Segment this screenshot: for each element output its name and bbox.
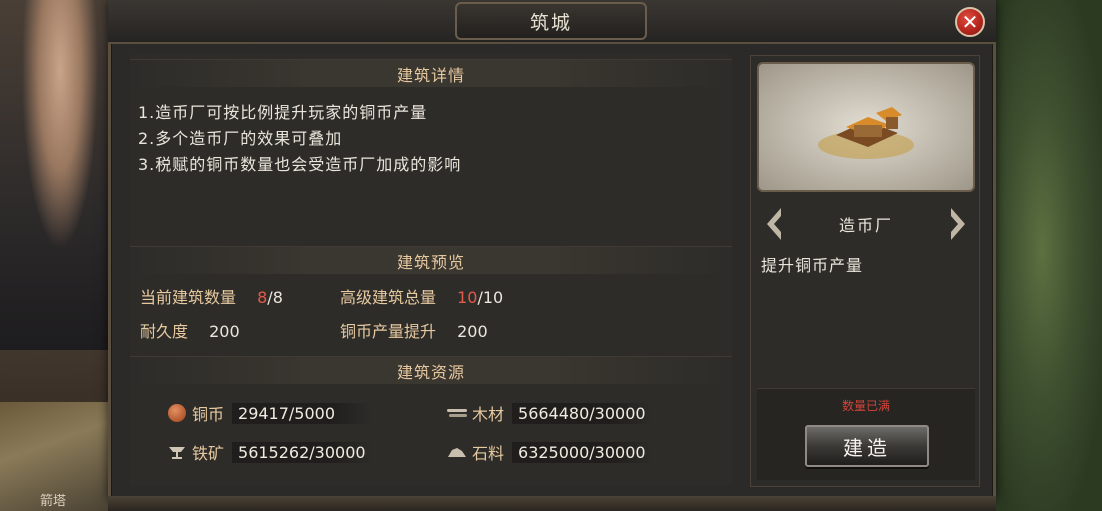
world-map-backdrop bbox=[982, 0, 1102, 511]
advanced-total-stat: 高级建筑总量 10/10 bbox=[340, 284, 503, 308]
durability-stat: 耐久度 200 bbox=[140, 318, 240, 342]
detail-line-2: 2.多个造币厂的效果可叠加 bbox=[138, 129, 343, 148]
resources-heading: 建筑资源 bbox=[130, 356, 732, 384]
tower-thumbnail-label: 箭塔 bbox=[40, 494, 67, 509]
coin-icon bbox=[166, 402, 188, 424]
close-button[interactable]: ✕ bbox=[955, 7, 985, 37]
resource-stone: 石料 6325000/30000 bbox=[446, 440, 653, 464]
building-panel: 造币厂 提升铜币产量 数量已满 建造 bbox=[750, 55, 980, 487]
wood-icon bbox=[446, 402, 468, 424]
advanced-total-value: 10/10 bbox=[457, 288, 504, 307]
current-count-stat: 当前建筑数量 8/8 bbox=[140, 284, 283, 308]
dialog-bottom-frame bbox=[108, 496, 996, 511]
info-panel: 建筑详情 1.造币厂可按比例提升玩家的铜币产量 2.多个造币厂的效果可叠加 3.… bbox=[130, 55, 732, 485]
character-portrait bbox=[0, 0, 120, 350]
coin-boost-value: 200 bbox=[457, 322, 488, 341]
next-building-arrow[interactable] bbox=[947, 206, 969, 242]
status-full-label: 数量已满 bbox=[841, 399, 890, 413]
dialog-title: 筑城 bbox=[455, 2, 647, 40]
detail-line-3: 3.税赋的铜币数量也会受造币厂加成的影响 bbox=[138, 155, 462, 174]
current-count-label: 当前建筑数量 bbox=[140, 288, 237, 307]
detail-line-1: 1.造币厂可按比例提升玩家的铜币产量 bbox=[138, 103, 428, 122]
building-description: 提升铜币产量 bbox=[761, 256, 864, 275]
build-action-box: 数量已满 建造 bbox=[757, 388, 975, 480]
iron-icon bbox=[166, 441, 188, 463]
durability-value: 200 bbox=[209, 322, 240, 341]
building-name: 造币厂 bbox=[838, 216, 893, 235]
stone-icon bbox=[446, 441, 468, 463]
advanced-total-label: 高级建筑总量 bbox=[340, 288, 437, 307]
current-count-value: 8/8 bbox=[257, 288, 283, 307]
build-button[interactable]: 建造 bbox=[805, 425, 929, 467]
resource-iron: 铁矿 5615262/30000 bbox=[166, 440, 373, 464]
tower-thumbnail[interactable]: 箭塔 bbox=[0, 400, 110, 511]
building-preview-image bbox=[757, 62, 975, 192]
resource-wood: 木材 5664480/30000 bbox=[446, 401, 653, 425]
details-heading: 建筑详情 bbox=[130, 59, 732, 87]
coin-boost-stat: 铜币产量提升 200 bbox=[340, 318, 488, 342]
close-icon: ✕ bbox=[961, 10, 979, 34]
resource-coin: 铜币 29417/5000 bbox=[166, 401, 373, 425]
coin-boost-label: 铜币产量提升 bbox=[340, 322, 437, 341]
preview-heading: 建筑预览 bbox=[130, 246, 732, 274]
durability-label: 耐久度 bbox=[140, 322, 189, 341]
mint-building-icon bbox=[818, 107, 914, 159]
